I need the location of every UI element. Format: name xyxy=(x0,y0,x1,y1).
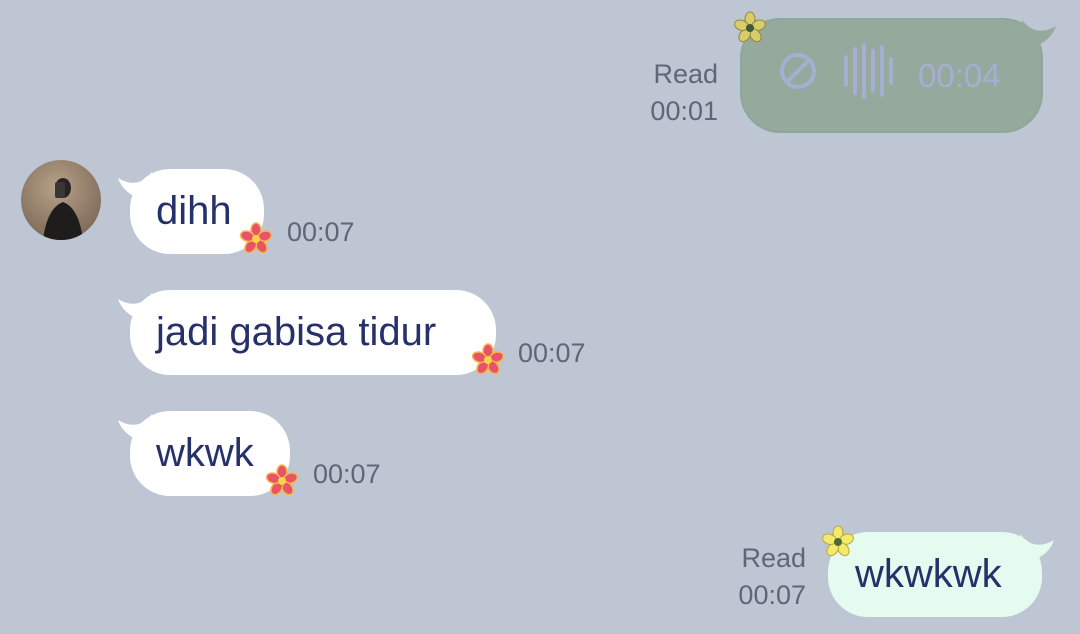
voice-duration: 00:04 xyxy=(918,56,1001,94)
flower-icon xyxy=(822,525,854,557)
message-time: 00:07 xyxy=(313,459,381,489)
read-status: Read xyxy=(741,543,806,573)
message-bubble[interactable]: wkwkwk xyxy=(828,532,1042,617)
message-time: 00:07 xyxy=(738,580,806,610)
flower-icon xyxy=(471,343,505,375)
bubble-tail xyxy=(1022,20,1056,50)
message-time: 00:07 xyxy=(518,338,586,368)
message-text: jadi gabisa tidur xyxy=(156,310,437,354)
chat-view: Read 00:01 00:04 dihh 00:07 jadi gabisa … xyxy=(0,0,1080,634)
flower-icon xyxy=(239,222,273,254)
avatar[interactable] xyxy=(21,160,101,240)
flower-icon xyxy=(265,464,299,496)
message-bubble[interactable]: jadi gabisa tidur xyxy=(130,290,496,375)
voice-message-bubble[interactable]: 00:04 xyxy=(740,18,1043,133)
prohibited-icon[interactable] xyxy=(778,51,818,101)
read-status: Read xyxy=(653,59,718,89)
flower-icon xyxy=(734,11,766,43)
message-time: 00:01 xyxy=(650,96,718,126)
message-text: wkwkwk xyxy=(855,552,1002,596)
bubble-tail xyxy=(1020,534,1054,564)
message-meta-4: Read 00:07 xyxy=(718,540,806,614)
message-time: 00:07 xyxy=(287,217,355,247)
waveform-icon xyxy=(842,41,894,111)
message-text: dihh xyxy=(156,189,232,233)
message-text: wkwk xyxy=(156,431,254,475)
message-meta-0: Read 00:01 xyxy=(630,56,718,130)
